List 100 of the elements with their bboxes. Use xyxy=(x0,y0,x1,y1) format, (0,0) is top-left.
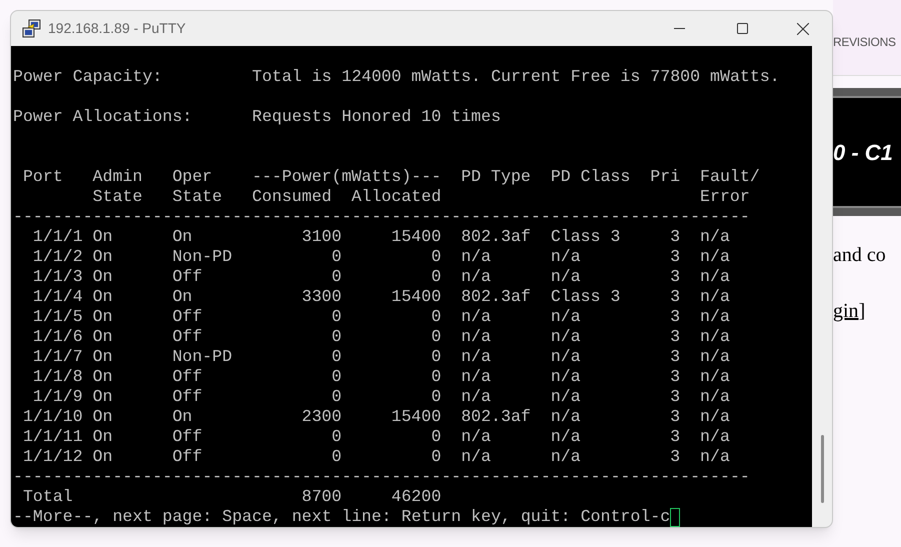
table-cell-text: 3 xyxy=(669,387,680,407)
column-header: Oper xyxy=(172,167,214,187)
table-cell-text: 0 xyxy=(430,307,442,327)
table-cell-text: On xyxy=(92,407,114,427)
table-cell-text: Off xyxy=(172,427,204,447)
table-cell-text: On xyxy=(92,387,114,407)
table-cell-text: 3 xyxy=(669,367,680,387)
table-cell-text: 3 xyxy=(669,307,680,327)
table-cell-text: On xyxy=(92,267,114,287)
column-header: Pri xyxy=(650,167,680,187)
table-cell-text: On xyxy=(172,407,194,427)
table-cell-text: 1/1/11 xyxy=(22,427,84,447)
table-cell-text: 1/1/4 xyxy=(32,287,84,307)
dashed-rule: -------------------------------------------------------------------------- xyxy=(13,467,751,487)
text-cursor xyxy=(670,508,680,526)
table-cell-text: n/a xyxy=(550,387,582,407)
table-cell-text: n/a xyxy=(460,347,492,367)
table-cell-text: n/a xyxy=(460,387,492,407)
scrollbar-thumb[interactable] xyxy=(820,435,824,503)
text-link[interactable]: gin xyxy=(833,296,859,326)
table-cell-text: n/a xyxy=(699,387,731,407)
table-cell-text: 0 xyxy=(430,427,442,447)
table-cell-text: n/a xyxy=(550,367,582,387)
table-cell-text: Off xyxy=(172,267,204,287)
table-cell-text: 0 xyxy=(330,427,342,447)
table-cell-text: 46200 xyxy=(390,487,442,507)
terminal-text: Requests Honored 10 times xyxy=(252,107,501,127)
nav-link[interactable]: REVISIONS xyxy=(833,33,896,51)
table-cell-text: n/a xyxy=(699,347,731,367)
column-header: Fault/ xyxy=(699,167,761,187)
table-cell-text: Off xyxy=(172,307,204,327)
table-cell-text: 1/1/7 xyxy=(32,347,84,367)
table-cell-text: 3 xyxy=(669,427,680,447)
table-cell-text: n/a xyxy=(460,247,492,267)
table-cell-text: n/a xyxy=(699,407,731,427)
column-header: Consumed xyxy=(252,187,333,207)
table-cell-text: 1/1/2 xyxy=(32,247,84,267)
table-cell-text: 1/1/8 xyxy=(32,367,84,387)
column-header: PD Type xyxy=(460,167,532,187)
table-cell-text: 802.3af xyxy=(460,407,532,427)
table-cell-text: 15400 xyxy=(390,407,442,427)
table-cell-text: n/a xyxy=(699,327,731,347)
table-cell-text: n/a xyxy=(460,307,492,327)
table-cell-text: On xyxy=(92,307,114,327)
table-cell-text: n/a xyxy=(699,227,731,247)
table-cell-text: 3 xyxy=(669,267,680,287)
table-cell-text: Class 3 xyxy=(550,287,622,307)
column-header: Error xyxy=(699,187,751,207)
table-cell-text: n/a xyxy=(550,347,582,367)
column-header: State xyxy=(92,187,144,207)
dashed-rule: -------------------------------------------------------------------------- xyxy=(13,207,751,227)
table-cell-text: On xyxy=(92,367,114,387)
table-cell-text: n/a xyxy=(550,247,582,267)
table-cell-text: 1/1/9 xyxy=(32,387,84,407)
terminal-label: Power Capacity: xyxy=(13,67,164,87)
computers-icon xyxy=(22,18,42,38)
table-cell-text: 3 xyxy=(669,247,680,267)
table-cell-text: Class 3 xyxy=(550,227,622,247)
table-cell-text: 1/1/5 xyxy=(32,307,84,327)
table-cell-text: n/a xyxy=(699,367,731,387)
table-cell-text: n/a xyxy=(460,447,492,467)
table-cell-text: 2300 xyxy=(300,407,342,427)
table-cell-text: n/a xyxy=(550,267,582,287)
table-cell-text: On xyxy=(92,347,114,367)
column-header: ---Power(mWatts)--- xyxy=(252,167,442,187)
table-cell-text: 3 xyxy=(669,347,680,367)
table-cell-text: n/a xyxy=(460,367,492,387)
table-cell-text: Off xyxy=(172,367,204,387)
table-cell-text: n/a xyxy=(550,327,582,347)
table-cell-text: 0 xyxy=(430,387,442,407)
table-cell-text: 3300 xyxy=(300,287,342,307)
table-cell-text: 1/1/3 xyxy=(32,267,84,287)
table-cell-text: 8700 xyxy=(300,487,342,507)
table-cell-text: n/a xyxy=(699,267,731,287)
close-icon[interactable] xyxy=(797,22,809,34)
table-cell-text: On xyxy=(172,287,194,307)
table-cell-text: 0 xyxy=(430,347,442,367)
table-cell-text: n/a xyxy=(699,447,731,467)
table-cell-text: 1/1/6 xyxy=(32,327,84,347)
table-cell-text: Non-PD xyxy=(172,247,234,267)
column-header: State xyxy=(172,187,224,207)
maximize-icon[interactable] xyxy=(737,23,748,34)
table-cell-text: 0 xyxy=(330,267,342,287)
table-cell-text: n/a xyxy=(460,427,492,447)
table-cell-text: 3 xyxy=(669,327,680,347)
table-cell-text: 1/1/12 xyxy=(22,447,84,467)
terminal-label: Power Allocations: xyxy=(13,107,194,127)
table-cell-text: 0 xyxy=(430,247,442,267)
table-cell-text: n/a xyxy=(550,447,582,467)
table-cell-text: 802.3af xyxy=(460,287,532,307)
table-cell-text: n/a xyxy=(550,427,582,447)
table-cell-text: 3 xyxy=(669,287,680,307)
table-cell-text: 802.3af xyxy=(460,227,532,247)
table-cell-text: 0 xyxy=(330,447,342,467)
table-cell-text: n/a xyxy=(699,247,731,267)
table-cell-text: n/a xyxy=(550,407,582,427)
table-cell-text: 3100 xyxy=(300,227,342,247)
table-cell-text: Off xyxy=(172,327,204,347)
minimize-icon[interactable] xyxy=(674,28,685,30)
banner-title: 0 - C1 xyxy=(833,138,893,166)
